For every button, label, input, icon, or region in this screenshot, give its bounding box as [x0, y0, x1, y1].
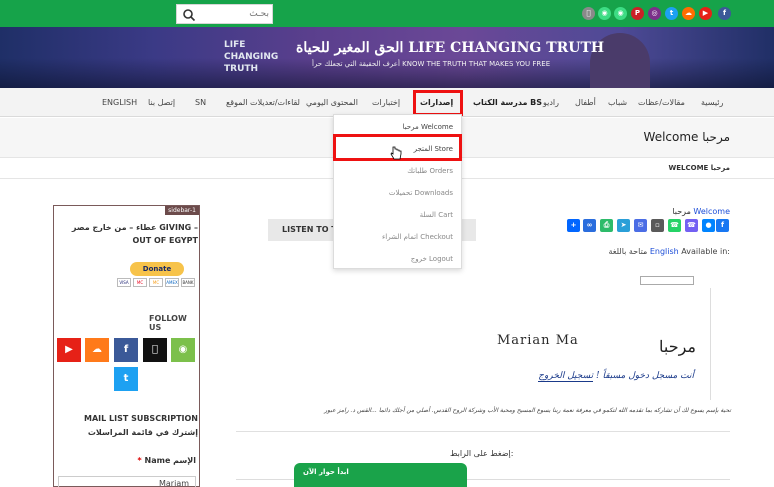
- dropdown-downloads[interactable]: تحميلات Downloads: [389, 189, 453, 197]
- android-icon[interactable]: ◉: [614, 7, 627, 20]
- required-mark: *: [137, 456, 142, 465]
- bank-card: BANK: [181, 278, 195, 287]
- chat-label[interactable]: ابدأ حوار الآن: [303, 468, 349, 476]
- mastercard-card: MC: [133, 278, 147, 287]
- social-icons:  ◉ ◉ P ◎ t ☁ ▶ f: [582, 7, 732, 21]
- share-icon[interactable]: +: [567, 219, 580, 232]
- broken-image: [640, 276, 694, 285]
- facebook-icon[interactable]: f: [718, 7, 731, 20]
- hero-banner: LIFE CHANGING TRUTH الحق المغير للحياة L…: [0, 27, 774, 88]
- facebook-icon[interactable]: f: [114, 338, 138, 362]
- main-nav: رئيسية مقالات/عظات شباب أطفال راديو مدرس…: [0, 88, 774, 117]
- share-bar: + ∞ ⎙ ➤ ✉ ▫ ☎ ☎ ● f: [567, 219, 729, 233]
- nav-english[interactable]: ENGLISH: [102, 98, 137, 107]
- pinterest-icon[interactable]: P: [631, 7, 644, 20]
- dropdown-logout[interactable]: خروج Logout: [411, 255, 453, 263]
- greeting-heading: مرحبا: [659, 337, 696, 356]
- sms-icon[interactable]: ▫: [651, 219, 664, 232]
- nav-bible-school[interactable]: مدرسة الكتاب BS: [473, 98, 542, 107]
- ghost-name-text: Marian Ma: [497, 333, 579, 348]
- site-logo[interactable]: LIFE CHANGING TRUTH: [224, 39, 284, 79]
- name-label: * Name الإسم: [138, 456, 196, 465]
- nav-daily-content[interactable]: المحتوى اليومي: [306, 98, 358, 107]
- print-icon[interactable]: ⎙: [600, 219, 613, 232]
- dropdown-orders[interactable]: طلباتك Orders: [407, 167, 453, 175]
- breadcrumb[interactable]: WELCOME مرحبا: [669, 164, 730, 172]
- apple-icon[interactable]: : [582, 7, 595, 20]
- available-label: Available in:: [681, 247, 730, 256]
- twitter-icon[interactable]: t: [665, 7, 678, 20]
- dropdown-cart[interactable]: السلة Cart: [420, 211, 453, 219]
- donate-button[interactable]: Donate: [130, 262, 184, 276]
- nav-sn[interactable]: SN: [195, 98, 206, 107]
- dropdown-checkout[interactable]: اتمام الشراء Checkout: [382, 233, 453, 241]
- youtube-icon[interactable]: ▶: [57, 338, 81, 362]
- payment-cards: VISA MC MC AMEX BANK: [117, 278, 195, 287]
- nav-radio[interactable]: راديو: [543, 98, 559, 107]
- whatsapp-icon[interactable]: ☎: [668, 219, 681, 232]
- name-label-text: Name الإسم: [144, 456, 196, 465]
- android-icon[interactable]: ◉: [171, 338, 195, 362]
- nav-youth[interactable]: شباب: [608, 98, 627, 107]
- apple-icon[interactable]: : [143, 338, 167, 362]
- highlight-publications: [413, 90, 463, 116]
- nav-contact[interactable]: إتصل بنا: [148, 98, 175, 107]
- search-box[interactable]: [176, 4, 273, 24]
- logged-in-notice: أنت مسجل دخول مسبقاً ! تسجيل الخروج: [538, 371, 694, 382]
- top-bar:  ◉ ◉ P ◎ t ☁ ▶ f: [0, 0, 774, 27]
- youtube-icon[interactable]: ▶: [699, 7, 712, 20]
- amex-card: AMEX: [165, 278, 179, 287]
- nav-home[interactable]: رئيسية: [701, 98, 723, 107]
- twitter-icon[interactable]: t: [114, 367, 138, 391]
- search-icon[interactable]: [182, 8, 196, 22]
- nav-kids[interactable]: أطفال: [575, 98, 596, 107]
- site-title[interactable]: الحق المغير للحياة LIFE CHANGING TRUTH: [296, 40, 604, 56]
- instagram-icon[interactable]: ◎: [648, 7, 661, 20]
- divider: [236, 431, 730, 432]
- welcome-line: مرحبا Welcome: [672, 207, 730, 216]
- available-ar: متاحة باللغة: [608, 247, 648, 256]
- welcome-ar: مرحبا: [672, 207, 691, 216]
- name-input[interactable]: Mariam: [58, 476, 196, 487]
- viber-icon[interactable]: ☎: [685, 219, 698, 232]
- visa-card: VISA: [117, 278, 131, 287]
- welcome-en[interactable]: Welcome: [693, 207, 730, 216]
- sidebar: sidebar-1 عطاء – من خارج مصر GIVING – OU…: [53, 205, 200, 487]
- available-in: متاحة باللغة English Available in:: [608, 247, 730, 256]
- search-input[interactable]: [201, 7, 269, 21]
- follow-us-heading: FOLLOW US: [149, 314, 187, 332]
- telegram-icon[interactable]: ➤: [617, 219, 630, 232]
- mastercard-card: MC: [149, 278, 163, 287]
- available-lang-link[interactable]: English: [650, 247, 679, 256]
- hand-cursor-icon: [390, 146, 402, 160]
- sidebar-tag: sidebar-1: [165, 206, 199, 215]
- site-subtitle: أعرف الحقيقة التي تجعلك حرأ KNOW THE TRU…: [312, 60, 551, 68]
- facebook-icon[interactable]: f: [716, 219, 729, 232]
- email-icon[interactable]: ✉: [634, 219, 647, 232]
- giving-heading: عطاء – من خارج مصر GIVING – OUT OF EGYPT: [71, 223, 198, 245]
- listen-tab-right: [462, 219, 476, 241]
- soundcloud-icon[interactable]: ☁: [682, 7, 695, 20]
- logout-link[interactable]: تسجيل الخروج: [538, 371, 594, 382]
- nav-tests[interactable]: إختبارات: [372, 98, 400, 107]
- dropdown-welcome[interactable]: مرحبا Welcome: [403, 123, 453, 131]
- nav-meetings[interactable]: لقاءات/تعديلات الموقع: [226, 98, 300, 107]
- mail-list-heading: MAIL LIST SUBSCRIPTION إشترك في قائمة ال…: [83, 414, 198, 437]
- blessing-text: تحية بإسم يسوع لك أن تشاركه بما تقدمه ال…: [324, 407, 731, 414]
- android-icon[interactable]: ◉: [598, 7, 611, 20]
- logged-in-text: أنت مسجل دخول مسبقاً !: [596, 371, 694, 381]
- chat-widget[interactable]: ابدأ حوار الآن: [294, 463, 467, 487]
- copy-link-icon[interactable]: ∞: [583, 219, 596, 232]
- page-title: Welcome مرحبا: [643, 130, 730, 144]
- nav-articles[interactable]: مقالات/عظات: [638, 98, 685, 107]
- messenger-icon[interactable]: ●: [702, 219, 715, 232]
- click-link-label: إضغط على الرابط:: [450, 449, 514, 458]
- soundcloud-icon[interactable]: ☁: [85, 338, 109, 362]
